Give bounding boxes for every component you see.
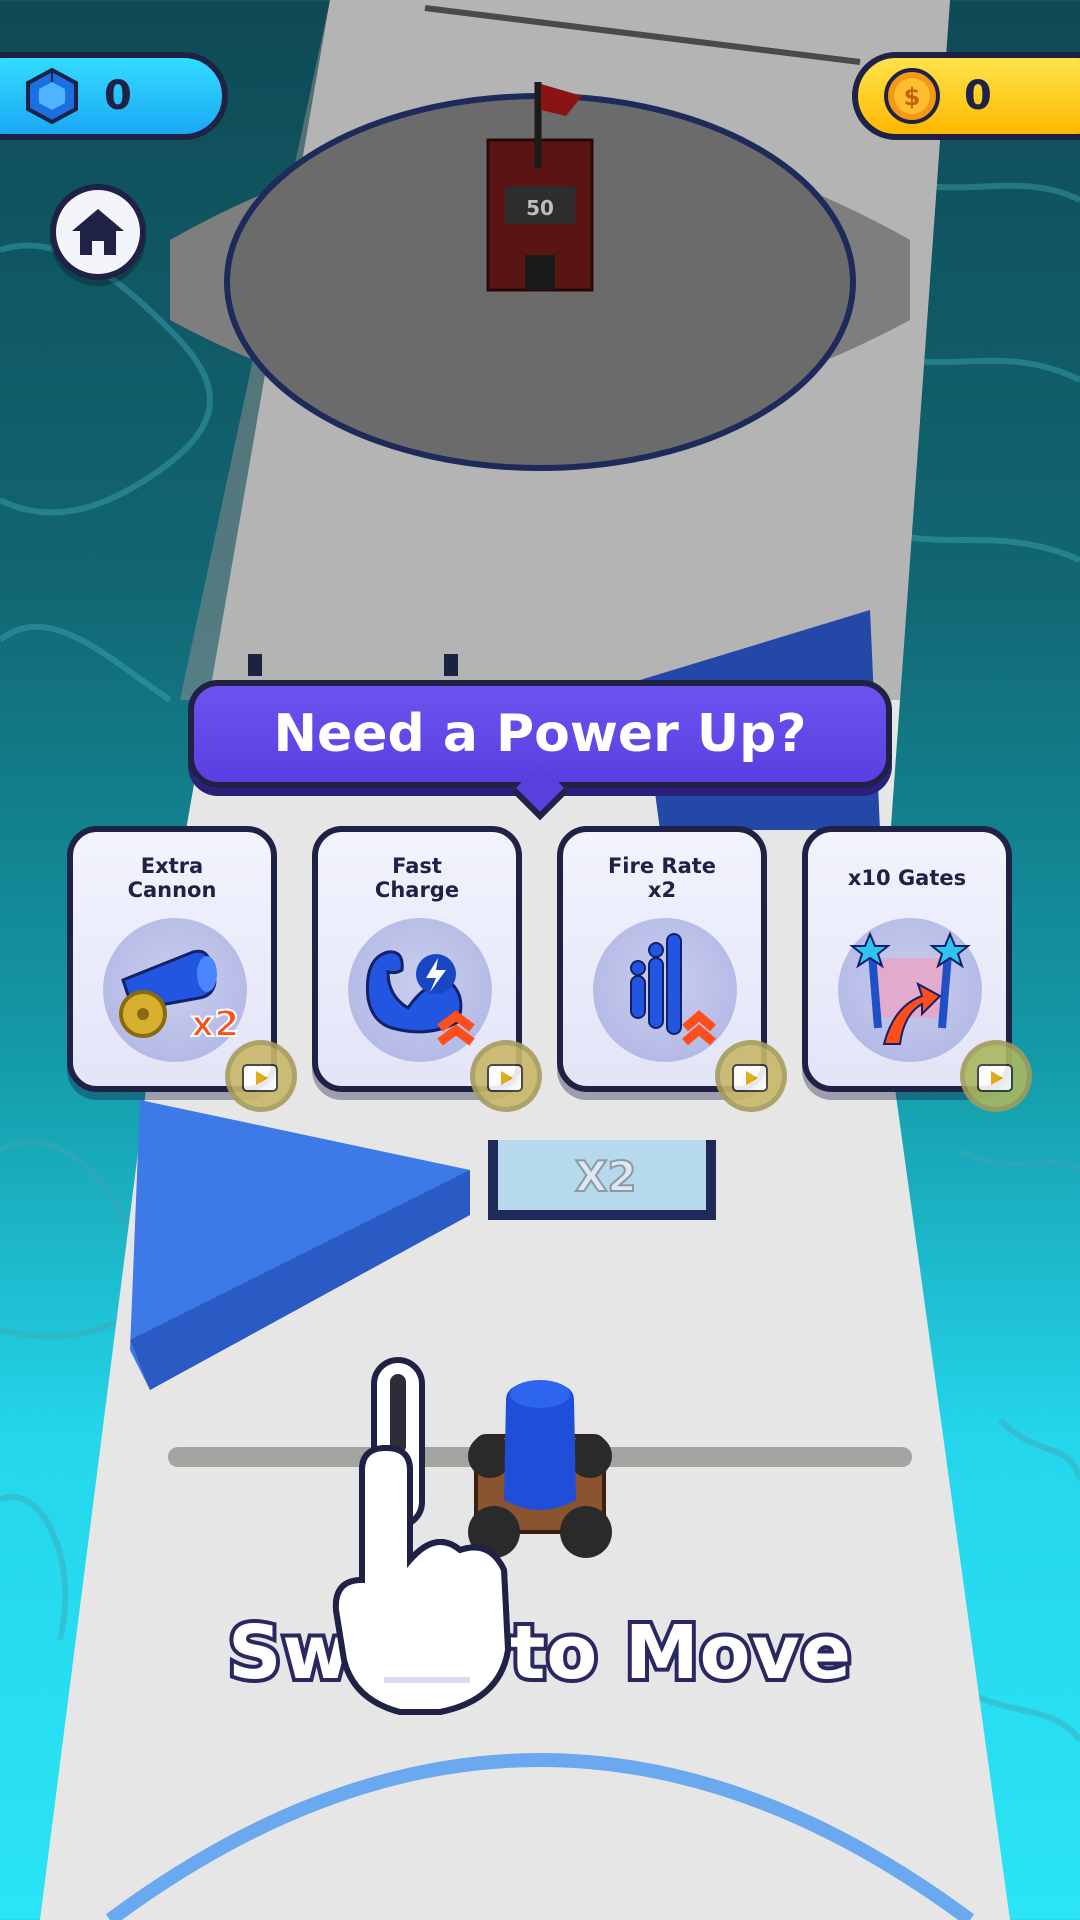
swipe-hand-overlay (332, 1444, 512, 1715)
